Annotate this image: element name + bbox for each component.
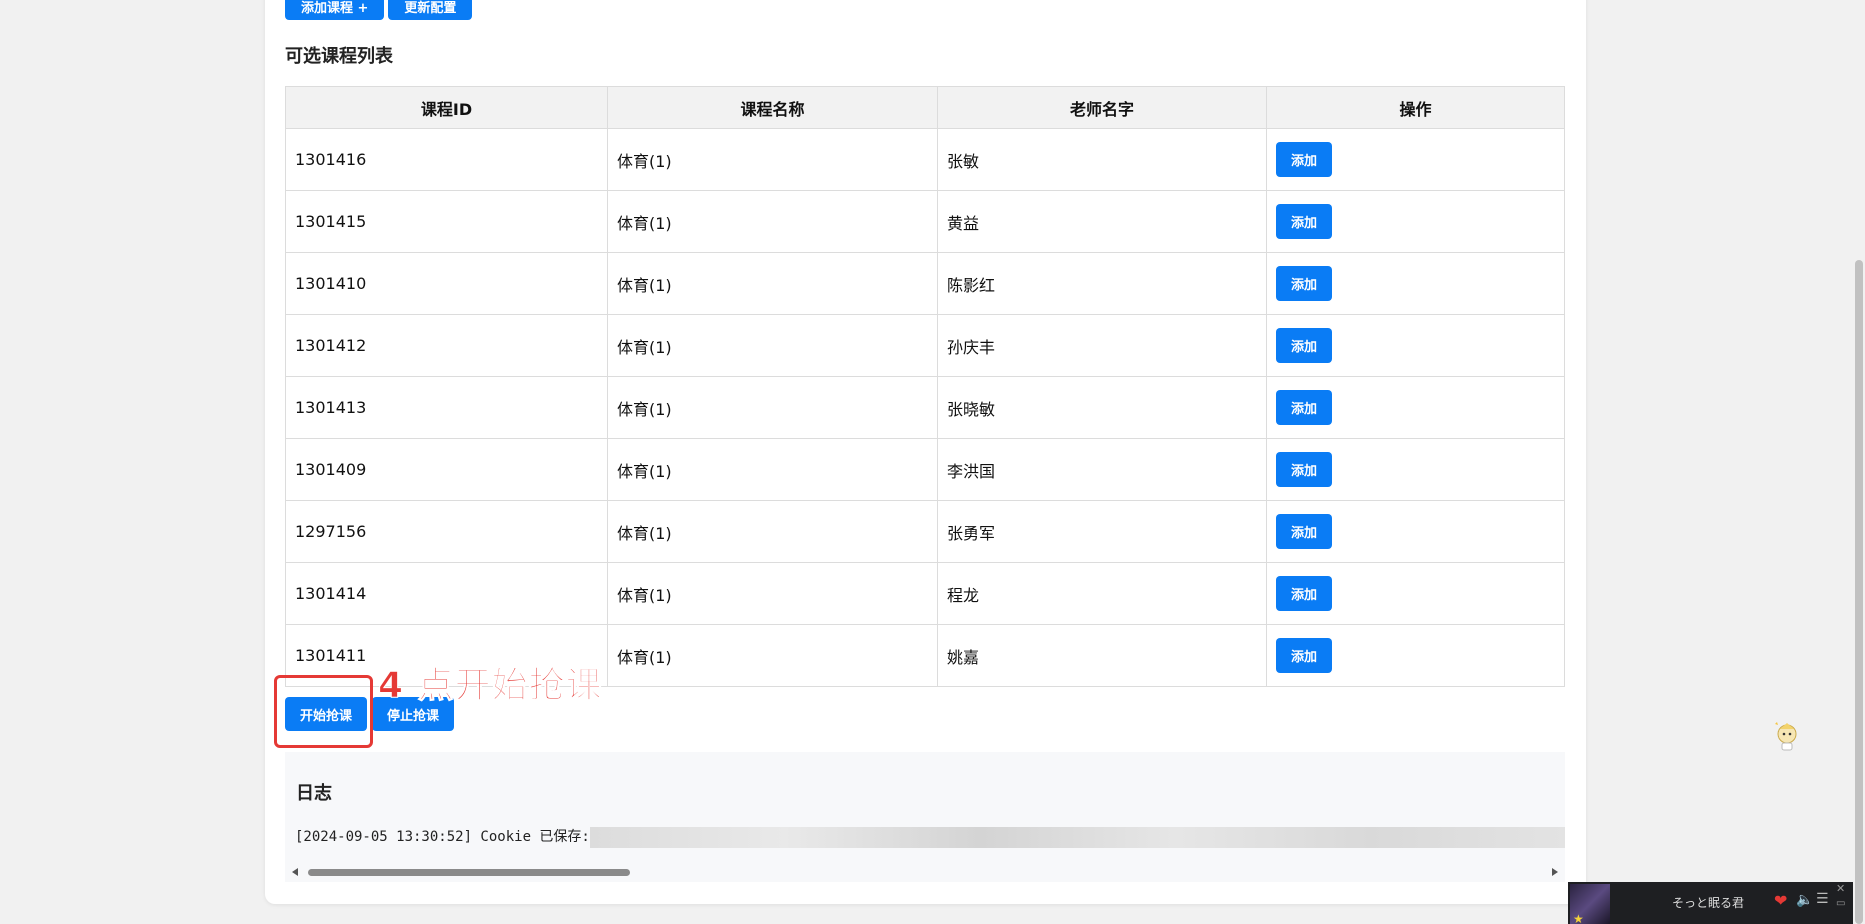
table-row: 1301416 体育(1) 张敏 添加 [285,128,1565,191]
table-row: 1301414 体育(1) 程龙 添加 [285,562,1565,625]
heart-icon[interactable]: ❤ [1774,891,1787,910]
table-row: 1301413 体育(1) 张晓敏 添加 [285,376,1565,439]
log-line: [2024-09-05 13:30:52] Cookie 已保存: [295,829,590,845]
scrollbar-thumb[interactable] [308,869,630,876]
header-teacher-name: 老师名字 [937,86,1267,129]
table-row: 1301409 体育(1) 李洪国 添加 [285,438,1565,501]
add-button[interactable]: 添加 [1276,514,1332,549]
add-button[interactable]: 添加 [1276,390,1332,425]
horizontal-scrollbar[interactable] [285,864,1565,880]
course-name-cell: 体育(1) [607,500,938,563]
update-config-button[interactable]: 更新配置 [388,0,473,20]
table-header-row: 课程ID 课程名称 老师名字 操作 [285,86,1565,129]
teacher-cell: 程龙 [937,562,1267,625]
header-action: 操作 [1266,86,1565,129]
course-name-cell: 体育(1) [607,438,938,501]
course-id-cell: 1297156 [285,500,608,563]
course-name-cell: 体育(1) [607,624,938,687]
course-id-cell: 1301410 [285,252,608,315]
mascot-icon[interactable] [1770,718,1804,752]
course-id-cell: 1301413 [285,376,608,439]
annotation-highlight-box [274,675,373,748]
add-button[interactable]: 添加 [1276,452,1332,487]
add-button[interactable]: 添加 [1276,204,1332,239]
course-id-cell: 1301412 [285,314,608,377]
course-name-cell: 体育(1) [607,128,938,191]
course-table: 课程ID 课程名称 老师名字 操作 1301416 体育(1) 张敏 添加 13… [285,86,1565,687]
table-row: 1301412 体育(1) 孙庆丰 添加 [285,314,1565,377]
close-icon[interactable]: ✕ [1836,882,1845,895]
header-course-id: 课程ID [285,86,608,129]
teacher-cell: 姚嘉 [937,624,1267,687]
action-cell: 添加 [1266,128,1565,191]
vertical-scrollbar-thumb[interactable] [1855,260,1863,924]
add-course-button[interactable]: 添加课程 + [285,0,385,20]
table-row: 1297156 体育(1) 张勇军 添加 [285,500,1565,563]
log-panel: 日志 [2024-09-05 13:30:52] Cookie 已保存: [285,752,1565,882]
add-button[interactable]: 添加 [1276,328,1332,363]
action-cell: 添加 [1266,376,1565,439]
course-name-cell: 体育(1) [607,190,938,253]
minimize-icon[interactable]: ▭ [1836,898,1845,909]
action-cell: 添加 [1266,438,1565,501]
course-id-cell: 1301416 [285,128,608,191]
log-title: 日志 [296,783,332,804]
course-id-cell: 1301409 [285,438,608,501]
course-id-cell: 1301414 [285,562,608,625]
course-id-cell: 1301415 [285,190,608,253]
add-button[interactable]: 添加 [1276,142,1332,177]
scroll-right-icon[interactable] [1552,868,1558,876]
add-button[interactable]: 添加 [1276,638,1332,673]
table-row: 1301410 体育(1) 陈影红 添加 [285,252,1565,315]
action-cell: 添加 [1266,562,1565,625]
playlist-icon[interactable]: ☰ [1816,891,1829,907]
volume-icon[interactable]: 🔈 [1796,892,1813,908]
annotation-label: 4 点开始抢课 [378,665,603,707]
song-title: そっと眠る君 [1671,896,1744,910]
action-cell: 添加 [1266,624,1565,687]
top-toolbar: 添加课程 + 更新配置 [285,0,473,20]
teacher-cell: 李洪国 [937,438,1267,501]
section-title: 可选课程列表 [285,46,393,67]
course-name-cell: 体育(1) [607,376,938,439]
teacher-cell: 孙庆丰 [937,314,1267,377]
teacher-cell: 张敏 [937,128,1267,191]
action-cell: 添加 [1266,314,1565,377]
redacted-cookie-value [590,827,1565,848]
action-cell: 添加 [1266,190,1565,253]
action-cell: 添加 [1266,500,1565,563]
scroll-left-icon[interactable] [292,868,298,876]
add-button[interactable]: 添加 [1276,266,1332,301]
add-button[interactable]: 添加 [1276,576,1332,611]
table-row: 1301415 体育(1) 黄益 添加 [285,190,1565,253]
course-name-cell: 体育(1) [607,562,938,625]
action-cell: 添加 [1266,252,1565,315]
teacher-cell: 张勇军 [937,500,1267,563]
vertical-scrollbar[interactable] [1853,0,1865,924]
album-cover-icon[interactable] [1570,884,1610,924]
course-name-cell: 体育(1) [607,252,938,315]
music-player: そっと眠る君 ❤ 🔈 ☰ ✕ ▭ [1568,882,1853,924]
teacher-cell: 张晓敏 [937,376,1267,439]
teacher-cell: 黄益 [937,190,1267,253]
header-course-name: 课程名称 [607,86,938,129]
teacher-cell: 陈影红 [937,252,1267,315]
course-name-cell: 体育(1) [607,314,938,377]
